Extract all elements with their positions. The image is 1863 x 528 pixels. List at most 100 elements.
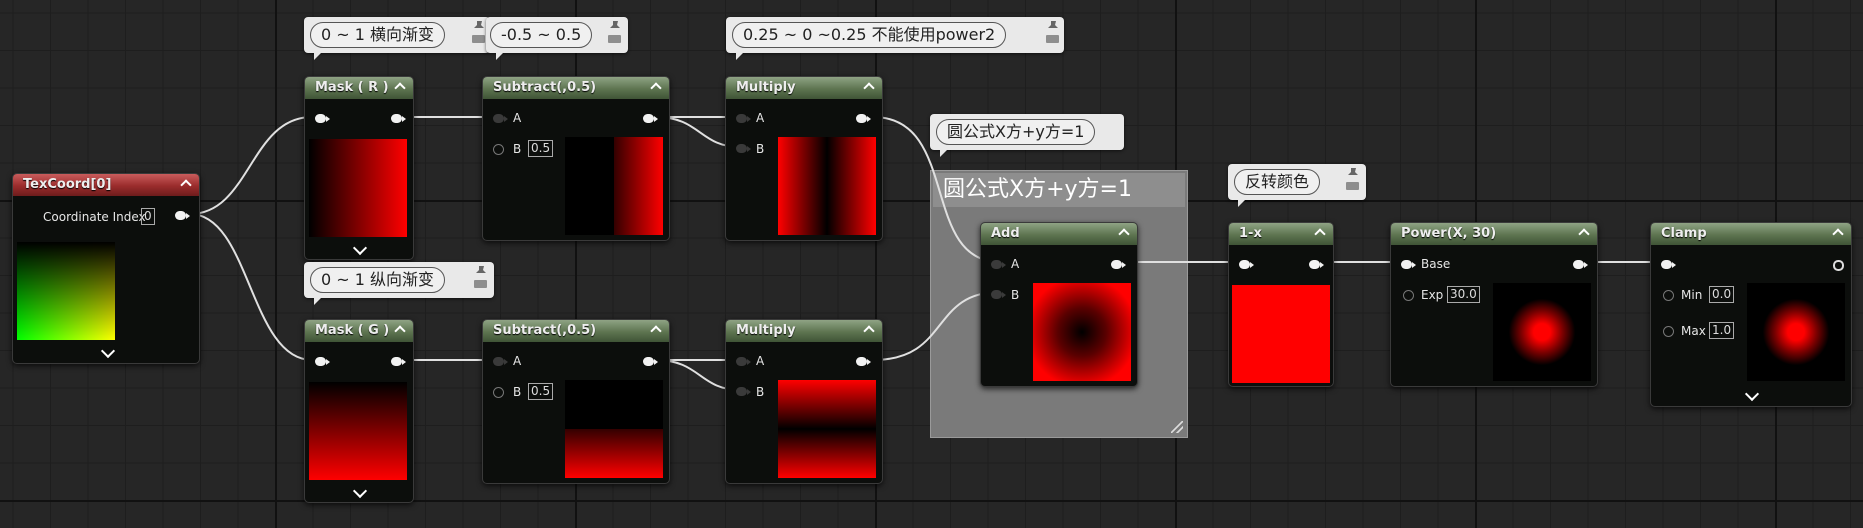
comment-title: 圆公式X方+y方=1 [933,173,1185,207]
input-pin[interactable] [1661,260,1676,269]
input-pin-max[interactable] [1663,326,1674,337]
input-pin-b[interactable] [736,144,751,153]
comment-bubble-one-minus[interactable]: 反转颜色 [1228,164,1366,207]
node-mask-r[interactable]: Mask ( R ) [304,76,414,260]
pin-label-b: B [513,142,522,156]
pin-label-exp: Exp [1421,288,1444,302]
collapse-icon[interactable] [864,81,874,91]
pin-label-a: A [1011,257,1020,271]
preview-add [1033,283,1131,381]
input-pin-min[interactable] [1663,290,1674,301]
collapse-icon[interactable] [1119,227,1129,237]
collapse-icon[interactable] [1833,227,1843,237]
output-pin[interactable] [643,357,658,366]
input-pin-b[interactable] [991,290,1006,299]
input-pin[interactable] [315,357,330,366]
coordinate-index-label: Coordinate Index [43,210,146,224]
output-pin[interactable] [643,114,658,123]
output-pin[interactable] [1111,260,1126,269]
input-pin-base[interactable] [1401,260,1416,269]
node-title: Subtract(,0.5) [483,77,669,99]
pin-icon[interactable] [1046,21,1060,45]
collapse-icon[interactable] [1315,227,1325,237]
pin-label-base: Base [1421,257,1451,271]
preview-mask-g [309,382,407,480]
output-pin[interactable] [391,357,406,366]
input-pin-b[interactable] [493,144,504,155]
comment-bubble-mask-r[interactable]: 0 ~ 1 横向渐变 [304,17,490,60]
node-subtract-r[interactable]: Subtract(,0.5) A B 0.5 [482,76,670,241]
comment-bubble-add[interactable]: 圆公式X方+y方=1 [930,114,1124,157]
chevron-down-icon[interactable] [100,343,116,359]
comment-bubble-multiply-r[interactable]: 0.25 ~ 0 ~0.25 不能使用power2 [726,17,1064,60]
coordinate-index-input[interactable]: 0 [141,208,155,225]
node-title: Power(X, 30) [1391,223,1597,245]
preview-mask-r [309,139,407,237]
input-pin-b[interactable] [736,387,751,396]
preview-power [1493,283,1591,381]
pin-icon[interactable] [1346,168,1360,192]
max-value-input[interactable]: 1.0 [1709,322,1735,339]
output-pin[interactable] [1833,260,1844,271]
output-pin[interactable] [1309,260,1324,269]
input-pin-a[interactable] [736,114,751,123]
collapse-icon[interactable] [395,81,405,91]
chevron-down-icon[interactable] [352,240,368,256]
pin-label-a: A [513,354,522,368]
pin-label-b: B [1011,288,1020,302]
input-pin-a[interactable] [991,260,1006,269]
node-power[interactable]: Power(X, 30) Base Exp 30.0 [1390,222,1598,387]
node-title: Clamp [1651,223,1851,245]
input-pin-a[interactable] [493,357,508,366]
collapse-icon[interactable] [651,324,661,334]
collapse-icon[interactable] [651,81,661,91]
collapse-icon[interactable] [395,324,405,334]
pin-label-min: Min [1681,288,1703,302]
preview-multiply-g [778,380,876,478]
node-title: Add [981,223,1137,245]
node-texcoord[interactable]: TexCoord[0] Coordinate Index 0 [12,173,200,364]
min-value-input[interactable]: 0.0 [1709,286,1735,303]
node-title: Subtract(,0.5) [483,320,669,342]
node-mask-g[interactable]: Mask ( G ) [304,319,414,503]
input-pin[interactable] [315,114,330,123]
input-pin-b[interactable] [493,387,504,398]
b-value-input[interactable]: 0.5 [528,383,554,400]
collapse-icon[interactable] [181,178,191,188]
bubble-text: 圆公式X方+y方=1 [936,119,1096,145]
chevron-down-icon[interactable] [352,483,368,499]
bubble-text: 0.25 ~ 0 ~0.25 不能使用power2 [732,22,1007,48]
output-pin[interactable] [856,114,871,123]
exp-value-input[interactable]: 30.0 [1447,286,1480,303]
output-pin[interactable] [391,114,406,123]
pin-icon[interactable] [474,266,488,290]
chevron-down-icon[interactable] [1744,386,1760,402]
input-pin-a[interactable] [493,114,508,123]
collapse-icon[interactable] [1579,227,1589,237]
collapse-icon[interactable] [864,324,874,334]
preview-subtract-g [565,380,663,478]
input-pin-exp[interactable] [1403,290,1414,301]
resize-grip[interactable] [1171,421,1183,433]
b-value-input[interactable]: 0.5 [528,140,554,157]
input-pin[interactable] [1239,260,1254,269]
wire-texcoord-mask-g [189,213,313,361]
input-pin-a[interactable] [736,357,751,366]
comment-bubble-subtract-r[interactable]: -0.5 ~ 0.5 [486,17,628,60]
output-pin[interactable] [1573,260,1588,269]
wire-texcoord-mask-r [189,116,313,215]
node-multiply-r[interactable]: Multiply A B [725,76,883,241]
comment-bubble-mask-g[interactable]: 0 ~ 1 纵向渐变 [304,262,494,305]
pin-icon[interactable] [472,21,486,45]
node-subtract-g[interactable]: Subtract(,0.5) A B 0.5 [482,319,670,484]
pin-icon[interactable] [608,21,622,45]
node-add[interactable]: Add A B [980,222,1138,387]
output-pin[interactable] [856,357,871,366]
output-pin[interactable] [175,211,190,220]
node-clamp[interactable]: Clamp Min 0.0 Max 1.0 [1650,222,1852,407]
pin-label-a: A [756,111,765,125]
node-one-minus[interactable]: 1-x [1228,222,1334,387]
node-multiply-g[interactable]: Multiply A B [725,319,883,484]
pin-label-a: A [756,354,765,368]
preview-one-minus [1232,285,1330,383]
